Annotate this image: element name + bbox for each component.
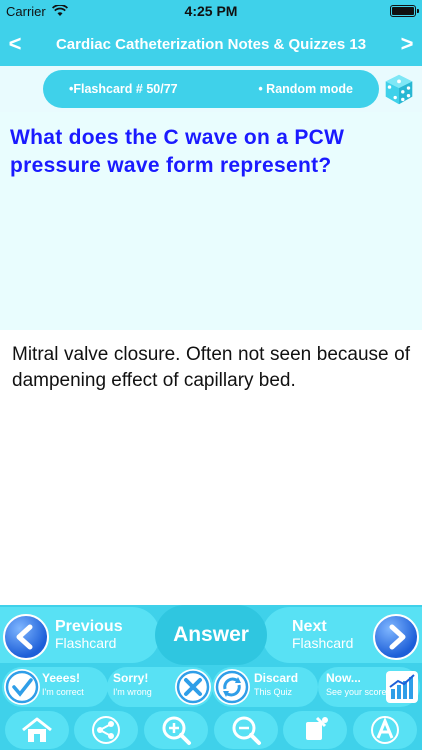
previous-label: Previous Flashcard [55, 618, 123, 652]
previous-flashcard-button[interactable]: Previous Flashcard [0, 607, 160, 663]
card-header: •Flashcard # 50/77 • Random mode [0, 66, 422, 112]
forward-button[interactable]: > [392, 31, 422, 57]
bookmark-button[interactable] [283, 710, 348, 749]
zoom-in-button[interactable] [144, 710, 209, 749]
next-arrow-icon [373, 614, 419, 660]
score-chart-icon [386, 671, 418, 703]
next-line2: Flashcard [292, 635, 354, 651]
status-time: 4:25 PM [184, 3, 238, 19]
answer-area: Mitral valve closure. Often not seen bec… [0, 330, 422, 605]
wrong-button[interactable]: Sorry! I'm wrong [107, 667, 213, 707]
score-line1: Now... [326, 671, 361, 685]
question-area: What does the C wave on a PCW pressure w… [0, 112, 422, 330]
share-icon [92, 715, 121, 744]
correct-line2: I'm correct [42, 687, 84, 697]
toolbar [0, 709, 422, 750]
feedback-row: Yeees! I'm correct Sorry! I'm wrong Disc… [0, 665, 422, 709]
status-right [276, 5, 419, 17]
correct-button[interactable]: Yeees! I'm correct [2, 667, 108, 707]
next-line1: Next [292, 618, 327, 635]
home-button[interactable] [4, 710, 69, 749]
recycle-icon [214, 669, 250, 705]
wrong-line1: Sorry! [113, 671, 149, 685]
font-size-button[interactable] [353, 710, 418, 749]
flashcard-info-pill: •Flashcard # 50/77 • Random mode [43, 70, 379, 108]
bottom-controls: Previous Flashcard Next Flashcard Answer… [0, 605, 422, 750]
question-text: What does the C wave on a PCW pressure w… [10, 126, 345, 177]
back-button[interactable]: < [0, 31, 30, 57]
zoom-out-icon [232, 716, 261, 745]
nav-bar: < Cardiac Catheterization Notes & Quizze… [0, 22, 422, 66]
answer-button[interactable]: Answer [155, 605, 267, 665]
status-bar: Carrier 4:25 PM [0, 0, 422, 22]
font-icon [371, 715, 400, 744]
previous-line2: Flashcard [55, 635, 117, 651]
navigation-row: Previous Flashcard Next Flashcard Answer [0, 605, 422, 665]
bookmark-icon [306, 716, 329, 740]
wrong-line2: I'm wrong [113, 687, 152, 697]
discard-line2: This Quiz [254, 687, 293, 697]
see-score-button[interactable]: Now... See your score [318, 667, 420, 707]
carrier-label: Carrier [6, 3, 46, 19]
status-left: Carrier [6, 4, 146, 19]
cross-icon [175, 669, 211, 705]
discard-line1: Discard [254, 671, 299, 685]
battery-icon [390, 5, 419, 17]
next-label: Next Flashcard [292, 618, 354, 652]
wifi-icon [51, 5, 68, 16]
mode-label[interactable]: • Random mode [258, 82, 353, 96]
home-icon [21, 717, 52, 742]
next-flashcard-button[interactable]: Next Flashcard [262, 607, 422, 663]
previous-line1: Previous [55, 618, 123, 635]
score-line2: See your score [326, 687, 387, 697]
dice-icon[interactable] [380, 70, 418, 108]
discard-quiz-button[interactable]: Discard This Quiz [212, 667, 318, 707]
answer-text: Mitral valve closure. Often not seen bec… [12, 344, 410, 391]
share-button[interactable] [74, 710, 139, 749]
zoom-out-button[interactable] [213, 710, 278, 749]
zoom-in-icon [162, 716, 192, 745]
page-title: Cardiac Catheterization Notes & Quizzes … [55, 35, 367, 53]
flashcard-counter: •Flashcard # 50/77 [69, 82, 178, 96]
previous-arrow-icon [3, 614, 49, 660]
check-icon [4, 669, 40, 705]
correct-line1: Yeees! [42, 671, 81, 685]
